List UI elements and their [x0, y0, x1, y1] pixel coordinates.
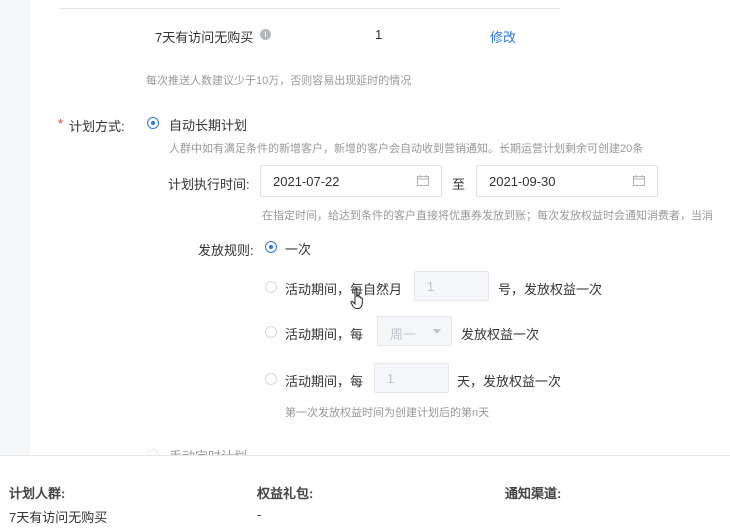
- dispatch-monthly-suffix: 号，发放权益一次: [498, 282, 603, 297]
- edit-audience-link[interactable]: 修改: [490, 27, 516, 46]
- info-icon: i: [260, 29, 271, 40]
- daily-note: 第一次发放权益时间为创建计划后的第n天: [285, 407, 490, 419]
- dispatch-weekly-suffix: 发放权益一次: [461, 327, 540, 342]
- daily-interval-input[interactable]: 1: [374, 363, 449, 393]
- dispatch-weekly-radio[interactable]: [265, 326, 277, 338]
- manual-plan-label[interactable]: 手动定时计划: [169, 446, 247, 455]
- end-date-value: 2021-09-30: [489, 174, 556, 189]
- push-tip: 每次推送人数建议少于10万，否则容易出现延时的情况: [146, 75, 412, 87]
- start-date-value: 2021-07-22: [273, 174, 340, 189]
- dispatch-weekly-prefix[interactable]: 活动期间，每: [285, 324, 363, 343]
- summary-crowd-label: 计划人群:: [9, 486, 66, 501]
- audience-name: 7天有访问无购买: [155, 30, 254, 45]
- dispatch-monthly-prefix[interactable]: 活动期间，每自然月: [285, 279, 402, 298]
- calendar-icon: [633, 175, 645, 186]
- auto-plan-radio[interactable]: [147, 117, 159, 129]
- summary-channel-label: 通知渠道:: [505, 486, 562, 501]
- weekday-select[interactable]: 周一: [377, 316, 452, 346]
- summary-gift-value: -: [257, 507, 262, 522]
- dispatch-once-radio[interactable]: [265, 241, 277, 253]
- hand-cursor-icon: [350, 288, 363, 309]
- exec-time-label: 计划执行时间:: [168, 177, 250, 192]
- table-top-edge: [60, 0, 560, 9]
- dispatch-daily-radio[interactable]: [265, 373, 277, 385]
- chevron-down-icon: [433, 329, 441, 334]
- exec-time-note: 在指定时间，给达到条件的客户直接将优惠券发放到账；每次发放权益时会通知消费者，当…: [262, 210, 713, 222]
- required-mark: *: [58, 116, 64, 131]
- dispatch-label: 发放规则:: [198, 243, 254, 258]
- audience-count: 1: [375, 27, 383, 42]
- plan-summary-bar: 计划人群: 7天有访问无购买 权益礼包: - 通知渠道:: [0, 455, 730, 531]
- date-separator: 至: [452, 177, 466, 192]
- monthly-day-input[interactable]: 1: [414, 271, 489, 301]
- start-date-input[interactable]: 2021-07-22: [260, 165, 442, 197]
- end-date-input[interactable]: 2021-09-30: [476, 165, 658, 197]
- dispatch-daily-suffix: 天，发放权益一次: [457, 374, 562, 389]
- auto-plan-label[interactable]: 自动长期计划: [169, 115, 247, 134]
- summary-gift-label: 权益礼包:: [257, 486, 314, 501]
- dispatch-monthly-radio[interactable]: [265, 281, 277, 293]
- dispatch-daily-prefix[interactable]: 活动期间，每: [285, 371, 363, 390]
- plan-mode-label: 计划方式:: [69, 119, 125, 134]
- plan-form-card: 7天有访问无购买 i 1 修改 每次推送人数建议少于10万，否则容易出现延时的情…: [30, 0, 730, 461]
- monthly-day-value: 1: [427, 279, 435, 294]
- summary-crowd-value: 7天有访问无购买: [9, 510, 108, 525]
- weekday-value: 周一: [390, 327, 417, 342]
- dispatch-once-label[interactable]: 一次: [285, 239, 311, 258]
- auto-plan-desc: 人群中如有满足条件的新增客户，新增的客户会自动收到营销通知。长期运营计划剩余可创…: [169, 143, 644, 155]
- calendar-icon: [417, 175, 429, 186]
- daily-interval-value: 1: [387, 371, 395, 386]
